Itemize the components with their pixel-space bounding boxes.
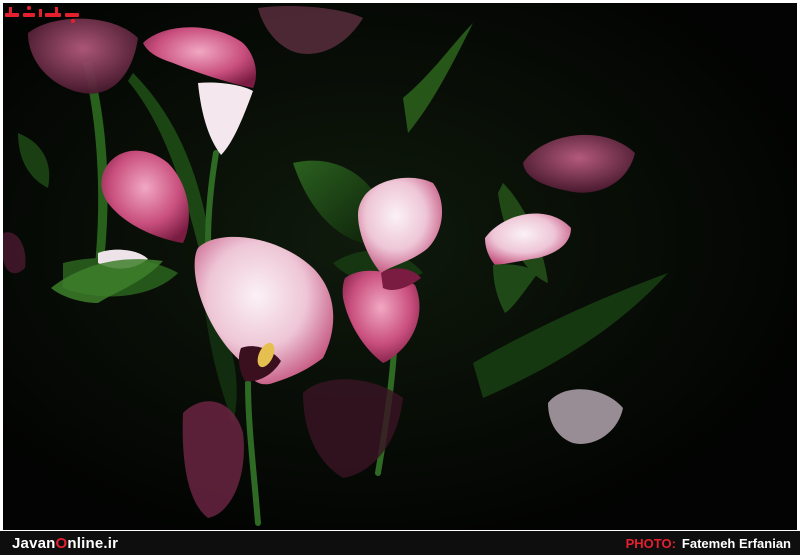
caption-bar: JavanOnline.ir PHOTO: Fatemeh Erfanian [0, 531, 800, 555]
site-name-accent: O [55, 534, 68, 552]
site-name-prefix: Javan [12, 534, 56, 552]
calla-lily-photo [3, 3, 797, 530]
site-name: JavanOnline.ir [12, 535, 118, 552]
javan-online-logo [5, 6, 79, 23]
calla-lily-illustration [3, 3, 797, 530]
site-name-suffix: nline.ir [67, 534, 119, 552]
credit-label: PHOTO: [625, 535, 676, 551]
photo-credit: PHOTO: Fatemeh Erfanian [626, 536, 791, 551]
image-frame: JavanOnline.ir PHOTO: Fatemeh Erfanian [0, 0, 800, 555]
credit-name: Fatemeh Erfanian [681, 535, 791, 551]
